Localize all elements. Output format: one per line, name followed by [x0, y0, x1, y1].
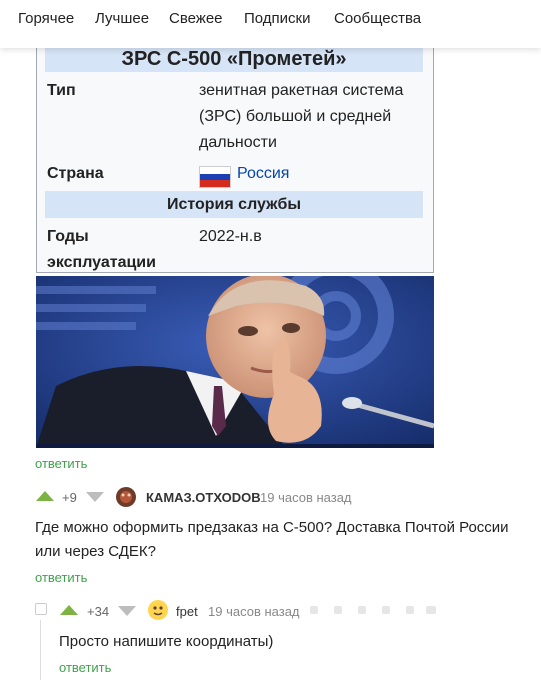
- infobox-country-label: Страна: [47, 165, 104, 182]
- comment-text: Просто напишите координаты): [59, 633, 274, 650]
- infobox-type-value: зенитная ракетная система (ЗРС) большой …: [199, 82, 404, 151]
- upvote-icon[interactable]: [36, 491, 54, 501]
- reply-link-comment-2[interactable]: ответить: [59, 660, 111, 675]
- reply-link-comment-1[interactable]: ответить: [35, 570, 87, 585]
- collapse-thread-button[interactable]: [35, 603, 47, 615]
- downvote-icon[interactable]: [86, 492, 104, 502]
- infobox-title: ЗРС С-500 «Прометей»: [45, 46, 423, 72]
- person-gesture-image: [36, 276, 434, 448]
- post-photo[interactable]: [36, 276, 434, 448]
- russia-flag-icon: [199, 166, 231, 188]
- top-nav: Горячее Лучшее Свежее Подписки Сообществ…: [0, 0, 541, 48]
- avatar[interactable]: [148, 600, 168, 620]
- comment-time: 19 часов назад: [260, 490, 352, 505]
- nav-communities[interactable]: Сообщества: [334, 10, 421, 27]
- nav-fresh[interactable]: Свежее: [169, 10, 223, 27]
- infobox-image[interactable]: ЗРС С-500 «Прометей» Тип зенитная ракетн…: [36, 38, 434, 273]
- infobox-section-header: История службы: [45, 191, 423, 218]
- infobox-country-value: Россия: [237, 165, 290, 182]
- comment-time: 19 часов назад: [208, 604, 300, 619]
- comment-author[interactable]: fpet: [176, 604, 198, 619]
- nav-best[interactable]: Лучшее: [95, 10, 149, 27]
- comment-author[interactable]: КАМАЗ.ОТХОDОВ: [146, 490, 261, 505]
- nav-subscriptions[interactable]: Подписки: [244, 10, 311, 27]
- nav-hot[interactable]: Горячее: [18, 10, 74, 27]
- comment-rating: +34: [87, 604, 110, 619]
- reply-link-post[interactable]: ответить: [35, 456, 87, 471]
- infobox-years-value: 2022-н.в: [199, 228, 262, 245]
- comment-actions-icon[interactable]: [310, 603, 440, 617]
- avatar[interactable]: [116, 487, 136, 507]
- infobox-years-label: Годы эксплуатации: [47, 228, 156, 271]
- comment-text: Где можно оформить предзаказ на С-500? Д…: [35, 519, 509, 560]
- thread-line: [40, 620, 41, 680]
- upvote-icon[interactable]: [60, 605, 78, 615]
- infobox-type-label: Тип: [47, 82, 76, 99]
- downvote-icon[interactable]: [118, 606, 136, 616]
- comment-rating: +9: [62, 490, 77, 505]
